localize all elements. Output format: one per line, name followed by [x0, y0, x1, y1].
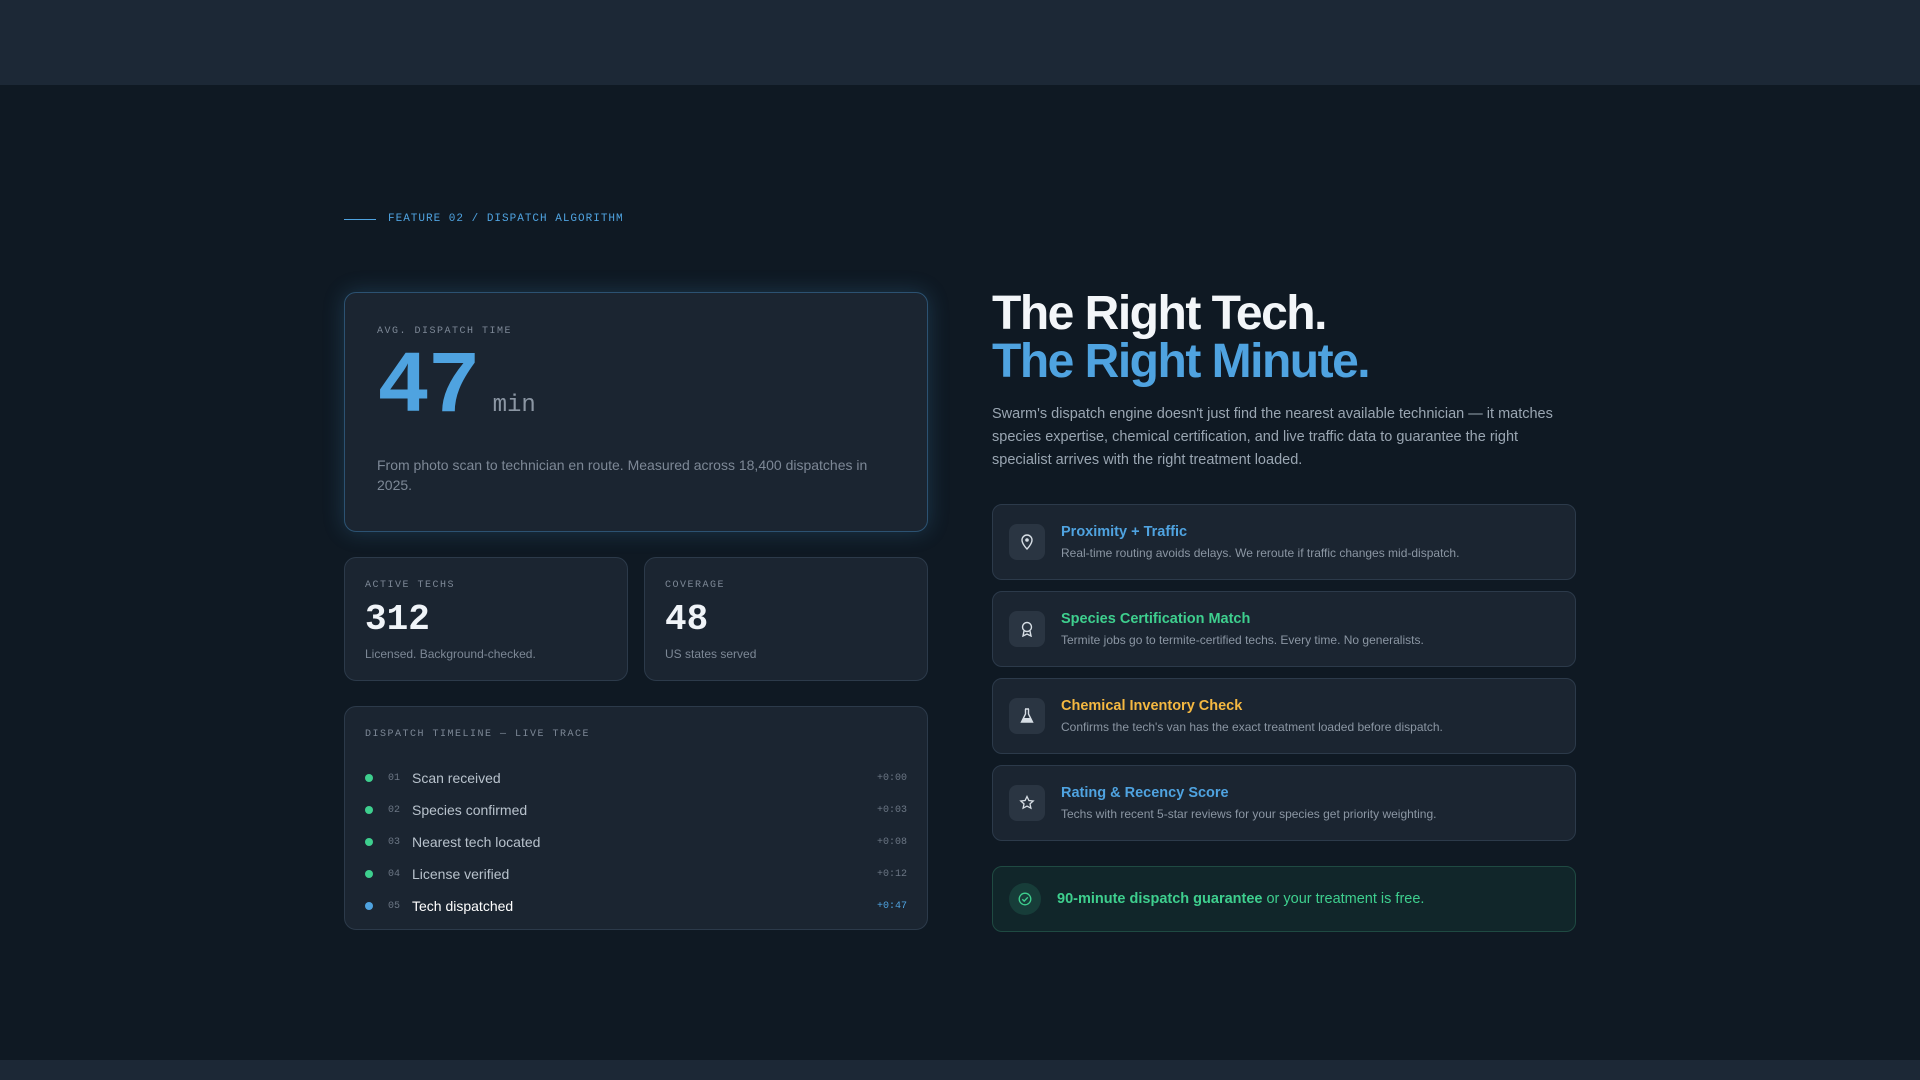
feature-description: Techs with recent 5-star reviews for you… — [1061, 807, 1437, 821]
active-techs-value: 312 — [365, 599, 430, 640]
dispatch-guarantee-banner: 90-minute dispatch guarantee or your tre… — [992, 866, 1576, 932]
feature-title: Species Certification Match — [1061, 611, 1251, 627]
step-number: 05 — [388, 900, 401, 912]
dispatch-timeline-card: DISPATCH TIMELINE — LIVE TRACE 01 Scan r… — [344, 706, 928, 930]
heading-line-2: The Right Minute. — [992, 335, 1371, 388]
step-number: 03 — [388, 836, 401, 848]
avg-dispatch-unit: min — [492, 392, 536, 419]
step-label: Tech dispatched — [412, 898, 514, 914]
active-techs-sub: Licensed. Background-checked. — [365, 647, 536, 661]
step-number: 04 — [388, 868, 401, 880]
heading-line-1: The Right Tech. — [992, 287, 1327, 340]
step-label: License verified — [412, 866, 510, 882]
feature-description: Confirms the tech's van has the exact tr… — [1061, 720, 1443, 734]
feature-title: Proximity + Traffic — [1061, 524, 1188, 540]
avg-dispatch-label: AVG. DISPATCH TIME — [377, 326, 513, 337]
eyebrow-rule — [344, 218, 376, 220]
avg-dispatch-value: 47 — [377, 339, 481, 438]
section-heading: The Right Tech. The Right Minute. — [992, 287, 1371, 388]
step-label: Nearest tech located — [412, 834, 541, 850]
check-circle-icon — [1009, 883, 1041, 915]
timeline-step-active: 05 Tech dispatched +0:47 — [365, 890, 907, 922]
eyebrow-text: FEATURE 02 / DISPATCH ALGORITHM — [388, 213, 624, 225]
status-dot-complete — [365, 870, 373, 878]
timeline-step: 02 Species confirmed +0:03 — [365, 794, 907, 826]
step-time: +0:00 — [876, 772, 907, 784]
step-time: +0:03 — [876, 804, 907, 816]
guarantee-bold: 90-minute dispatch guarantee — [1057, 891, 1263, 907]
feature-chemical-inventory: Chemical Inventory Check Confirms the te… — [992, 678, 1576, 754]
map-pin-icon — [1009, 524, 1045, 560]
step-time: +0:08 — [876, 836, 907, 848]
feature-description: Termite jobs go to termite-certified tec… — [1061, 633, 1424, 647]
timeline-title: DISPATCH TIMELINE — LIVE TRACE — [365, 729, 591, 740]
top-nav-bar — [0, 0, 1920, 85]
status-dot-complete — [365, 806, 373, 814]
feature-proximity-traffic: Proximity + Traffic Real-time routing av… — [992, 504, 1576, 580]
coverage-sub: US states served — [665, 647, 757, 661]
step-number: 02 — [388, 804, 401, 816]
feature-title: Chemical Inventory Check — [1061, 698, 1243, 714]
timeline-step: 01 Scan received +0:00 — [365, 762, 907, 794]
avg-dispatch-description: From photo scan to technician en route. … — [377, 457, 868, 493]
status-dot-complete — [365, 838, 373, 846]
timeline-step: 04 License verified +0:12 — [365, 858, 907, 890]
timeline-step: 03 Nearest tech located +0:08 — [365, 826, 907, 858]
guarantee-text: 90-minute dispatch guarantee or your tre… — [1057, 891, 1424, 907]
coverage-label: COVERAGE — [665, 580, 726, 591]
section-eyebrow: FEATURE 02 / DISPATCH ALGORITHM — [344, 213, 624, 225]
feature-species-certification: Species Certification Match Termite jobs… — [992, 591, 1576, 667]
step-label: Species confirmed — [412, 802, 528, 818]
coverage-card: COVERAGE 48 US states served — [644, 557, 928, 681]
guarantee-rest: or your treatment is free. — [1262, 891, 1425, 907]
feature-rating-recency: Rating & Recency Score Techs with recent… — [992, 765, 1576, 841]
feature-title: Rating & Recency Score — [1061, 785, 1229, 801]
status-dot-complete — [365, 774, 373, 782]
coverage-value: 48 — [665, 599, 709, 640]
flask-icon — [1009, 698, 1045, 734]
section-description: Swarm's dispatch engine doesn't just fin… — [992, 406, 1553, 468]
active-techs-label: ACTIVE TECHS — [365, 580, 456, 591]
status-dot-active — [365, 902, 373, 910]
step-time: +0:12 — [876, 868, 907, 880]
badge-icon — [1009, 611, 1045, 647]
footer-bar — [0, 1060, 1920, 1080]
avg-dispatch-card: AVG. DISPATCH TIME 47 min From photo sca… — [344, 292, 928, 532]
step-number: 01 — [388, 772, 401, 784]
step-time: +0:47 — [876, 900, 907, 912]
feature-description: Real-time routing avoids delays. We rero… — [1061, 546, 1460, 560]
active-techs-card: ACTIVE TECHS 312 Licensed. Background-ch… — [344, 557, 628, 681]
step-label: Scan received — [412, 770, 501, 786]
star-icon — [1009, 785, 1045, 821]
